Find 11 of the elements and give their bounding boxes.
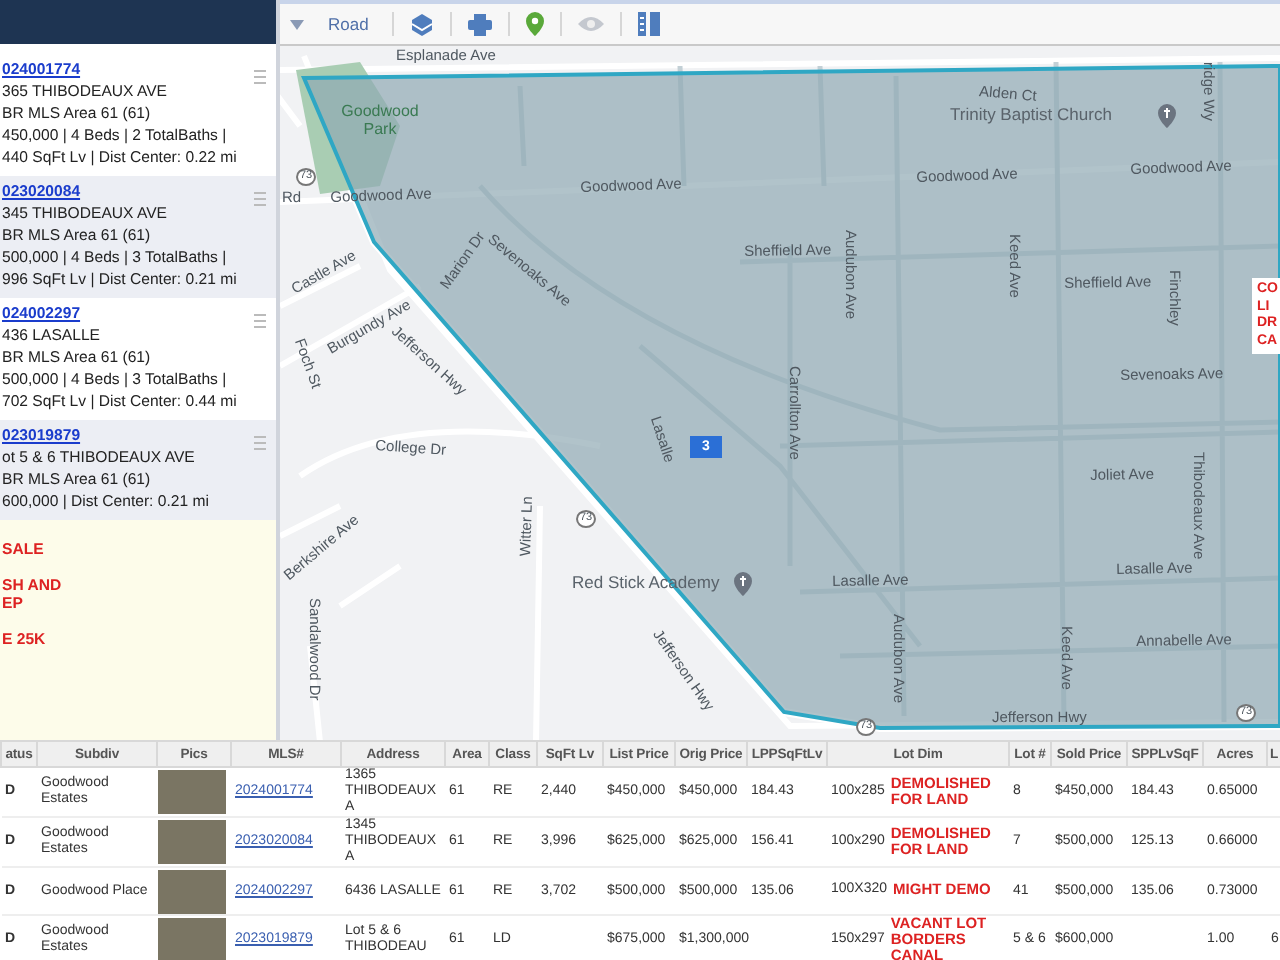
eye-icon[interactable] xyxy=(578,16,605,32)
pin-icon[interactable] xyxy=(526,12,545,36)
caret-icon[interactable] xyxy=(290,19,304,29)
map-pin-icon xyxy=(1158,104,1177,128)
photo-placeholder[interactable] xyxy=(157,869,225,913)
map-pin-icon xyxy=(734,572,753,596)
columns-icon[interactable] xyxy=(638,12,661,36)
park-label: Goodwood Park xyxy=(340,102,420,138)
layers-icon[interactable] xyxy=(410,12,435,36)
place-label: Trinity Baptist Church xyxy=(950,106,1112,124)
map-type-button[interactable]: Road xyxy=(328,14,369,34)
